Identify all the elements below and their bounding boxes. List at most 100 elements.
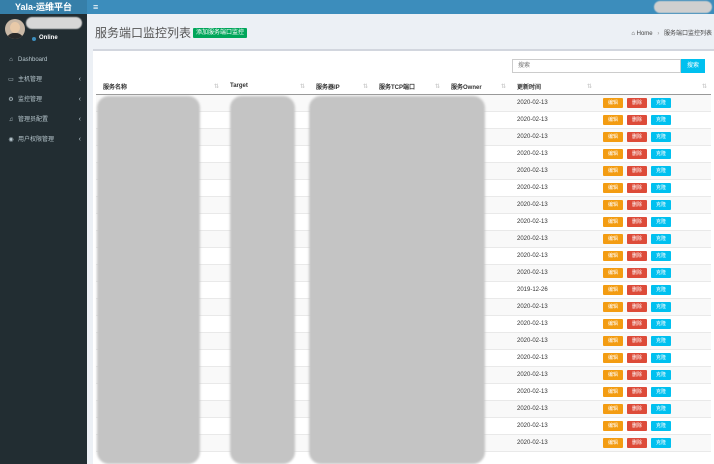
clone-button[interactable]: 克隆 xyxy=(651,165,671,176)
hamburger-icon[interactable]: ≡ xyxy=(93,2,98,12)
edit-button[interactable]: 编辑 xyxy=(603,420,623,431)
edit-button[interactable]: 编辑 xyxy=(603,267,623,278)
add-monitor-button[interactable]: 添加服务端口监控 xyxy=(193,28,248,38)
clone-button[interactable]: 克隆 xyxy=(651,250,671,261)
column-header-3[interactable]: 服务TCP端口 ⇅ xyxy=(372,79,444,95)
delete-button[interactable]: 删除 xyxy=(627,369,647,380)
sort-icon[interactable]: ⇅ xyxy=(300,83,305,90)
actions-cell: 编辑 删除 克隆 xyxy=(596,247,711,265)
updated-cell: 2020-02-13 xyxy=(510,366,596,384)
clone-button[interactable]: 克隆 xyxy=(651,267,671,278)
top-navbar: ≡ xyxy=(87,0,714,14)
column-header-1[interactable]: Target ⇅ xyxy=(223,79,309,95)
clone-button[interactable]: 克隆 xyxy=(651,216,671,227)
breadcrumb-home[interactable]: Home xyxy=(637,31,653,37)
edit-button[interactable]: 编辑 xyxy=(603,335,623,346)
delete-button[interactable]: 删除 xyxy=(627,403,647,414)
delete-button[interactable]: 删除 xyxy=(627,97,647,108)
edit-button[interactable]: 编辑 xyxy=(603,97,623,108)
delete-button[interactable]: 删除 xyxy=(627,386,647,397)
delete-button[interactable]: 删除 xyxy=(627,131,647,142)
clone-button[interactable]: 克隆 xyxy=(651,182,671,193)
delete-button[interactable]: 删除 xyxy=(627,284,647,295)
delete-button[interactable]: 删除 xyxy=(627,182,647,193)
sort-icon[interactable]: ⇅ xyxy=(214,83,219,90)
delete-button[interactable]: 删除 xyxy=(627,301,647,312)
edit-button[interactable]: 编辑 xyxy=(603,148,623,159)
column-header-label: 服务名称 xyxy=(103,84,128,91)
edit-button[interactable]: 编辑 xyxy=(603,131,623,142)
delete-button[interactable]: 删除 xyxy=(627,199,647,210)
delete-button[interactable]: 删除 xyxy=(627,352,647,363)
edit-button[interactable]: 编辑 xyxy=(603,250,623,261)
delete-button[interactable]: 删除 xyxy=(627,233,647,244)
search-button[interactable]: 搜索 xyxy=(681,59,705,73)
home-icon: ⌂ xyxy=(631,31,635,37)
delete-button[interactable]: 删除 xyxy=(627,420,647,431)
clone-button[interactable]: 克隆 xyxy=(651,301,671,312)
clone-button[interactable]: 克隆 xyxy=(651,403,671,414)
updated-cell: 2020-02-13 xyxy=(510,145,596,163)
top-user-menu[interactable] xyxy=(654,1,712,13)
clone-button[interactable]: 克隆 xyxy=(651,148,671,159)
edit-button[interactable]: 编辑 xyxy=(603,114,623,125)
clone-button[interactable]: 克隆 xyxy=(651,131,671,142)
delete-button[interactable]: 删除 xyxy=(627,216,647,227)
column-header-label: 服务器IP xyxy=(316,84,340,91)
clone-button[interactable]: 克隆 xyxy=(651,233,671,244)
clone-button[interactable]: 克隆 xyxy=(651,369,671,380)
sort-icon[interactable]: ⇅ xyxy=(702,83,707,90)
delete-button[interactable]: 删除 xyxy=(627,148,647,159)
sort-icon[interactable]: ⇅ xyxy=(435,83,440,90)
delete-button[interactable]: 删除 xyxy=(627,114,647,125)
actions-cell: 编辑 删除 克隆 xyxy=(596,128,711,146)
edit-button[interactable]: 编辑 xyxy=(603,284,623,295)
sidebar-item-label: 监控管理 xyxy=(18,97,43,103)
sidebar-item-0[interactable]: ⌂ Dashboard xyxy=(0,50,87,70)
clone-button[interactable]: 克隆 xyxy=(651,352,671,363)
sort-icon[interactable]: ⇅ xyxy=(363,83,368,90)
edit-button[interactable]: 编辑 xyxy=(603,301,623,312)
clone-button[interactable]: 克隆 xyxy=(651,437,671,448)
edit-button[interactable]: 编辑 xyxy=(603,403,623,414)
edit-button[interactable]: 编辑 xyxy=(603,369,623,380)
edit-button[interactable]: 编辑 xyxy=(603,216,623,227)
sidebar-item-2[interactable]: ⚙ 监控管理 ‹ xyxy=(0,90,87,110)
sort-icon[interactable]: ⇅ xyxy=(587,83,592,90)
clone-button[interactable]: 克隆 xyxy=(651,284,671,295)
edit-button[interactable]: 编辑 xyxy=(603,437,623,448)
updated-cell: 2020-02-13 xyxy=(510,264,596,282)
edit-button[interactable]: 编辑 xyxy=(603,352,623,363)
delete-button[interactable]: 删除 xyxy=(627,437,647,448)
sidebar-item-1[interactable]: ▭ 主机管理 ‹ xyxy=(0,70,87,90)
edit-button[interactable]: 编辑 xyxy=(603,182,623,193)
clone-button[interactable]: 克隆 xyxy=(651,199,671,210)
column-header-5[interactable]: 更新时间 ⇅ xyxy=(510,79,596,95)
column-header-2[interactable]: 服务器IP ⇅ xyxy=(309,79,372,95)
search-input[interactable] xyxy=(512,59,681,73)
column-header-0[interactable]: 服务名称 ⇅ xyxy=(96,79,223,95)
delete-button[interactable]: 删除 xyxy=(627,267,647,278)
sort-icon[interactable]: ⇅ xyxy=(501,83,506,90)
column-header-4[interactable]: 服务Owner ⇅ xyxy=(444,79,510,95)
delete-button[interactable]: 删除 xyxy=(627,250,647,261)
edit-button[interactable]: 编辑 xyxy=(603,386,623,397)
clone-button[interactable]: 克隆 xyxy=(651,97,671,108)
sidebar-item-4[interactable]: ◉ 用户权限管理 ‹ xyxy=(0,130,87,150)
sidebar-item-3[interactable]: ♫ 管理员配置 ‹ xyxy=(0,110,87,130)
edit-button[interactable]: 编辑 xyxy=(603,199,623,210)
delete-button[interactable]: 删除 xyxy=(627,318,647,329)
edit-button[interactable]: 编辑 xyxy=(603,318,623,329)
clone-button[interactable]: 克隆 xyxy=(651,420,671,431)
clone-button[interactable]: 克隆 xyxy=(651,318,671,329)
column-header-label: 服务TCP端口 xyxy=(379,84,416,91)
delete-button[interactable]: 删除 xyxy=(627,165,647,176)
clone-button[interactable]: 克隆 xyxy=(651,335,671,346)
delete-button[interactable]: 删除 xyxy=(627,335,647,346)
column-header-6[interactable]: ⇅ xyxy=(596,79,711,95)
clone-button[interactable]: 克隆 xyxy=(651,114,671,125)
edit-button[interactable]: 编辑 xyxy=(603,165,623,176)
edit-button[interactable]: 编辑 xyxy=(603,233,623,244)
app-logo[interactable]: Yala-运维平台 xyxy=(0,0,87,14)
clone-button[interactable]: 克隆 xyxy=(651,386,671,397)
